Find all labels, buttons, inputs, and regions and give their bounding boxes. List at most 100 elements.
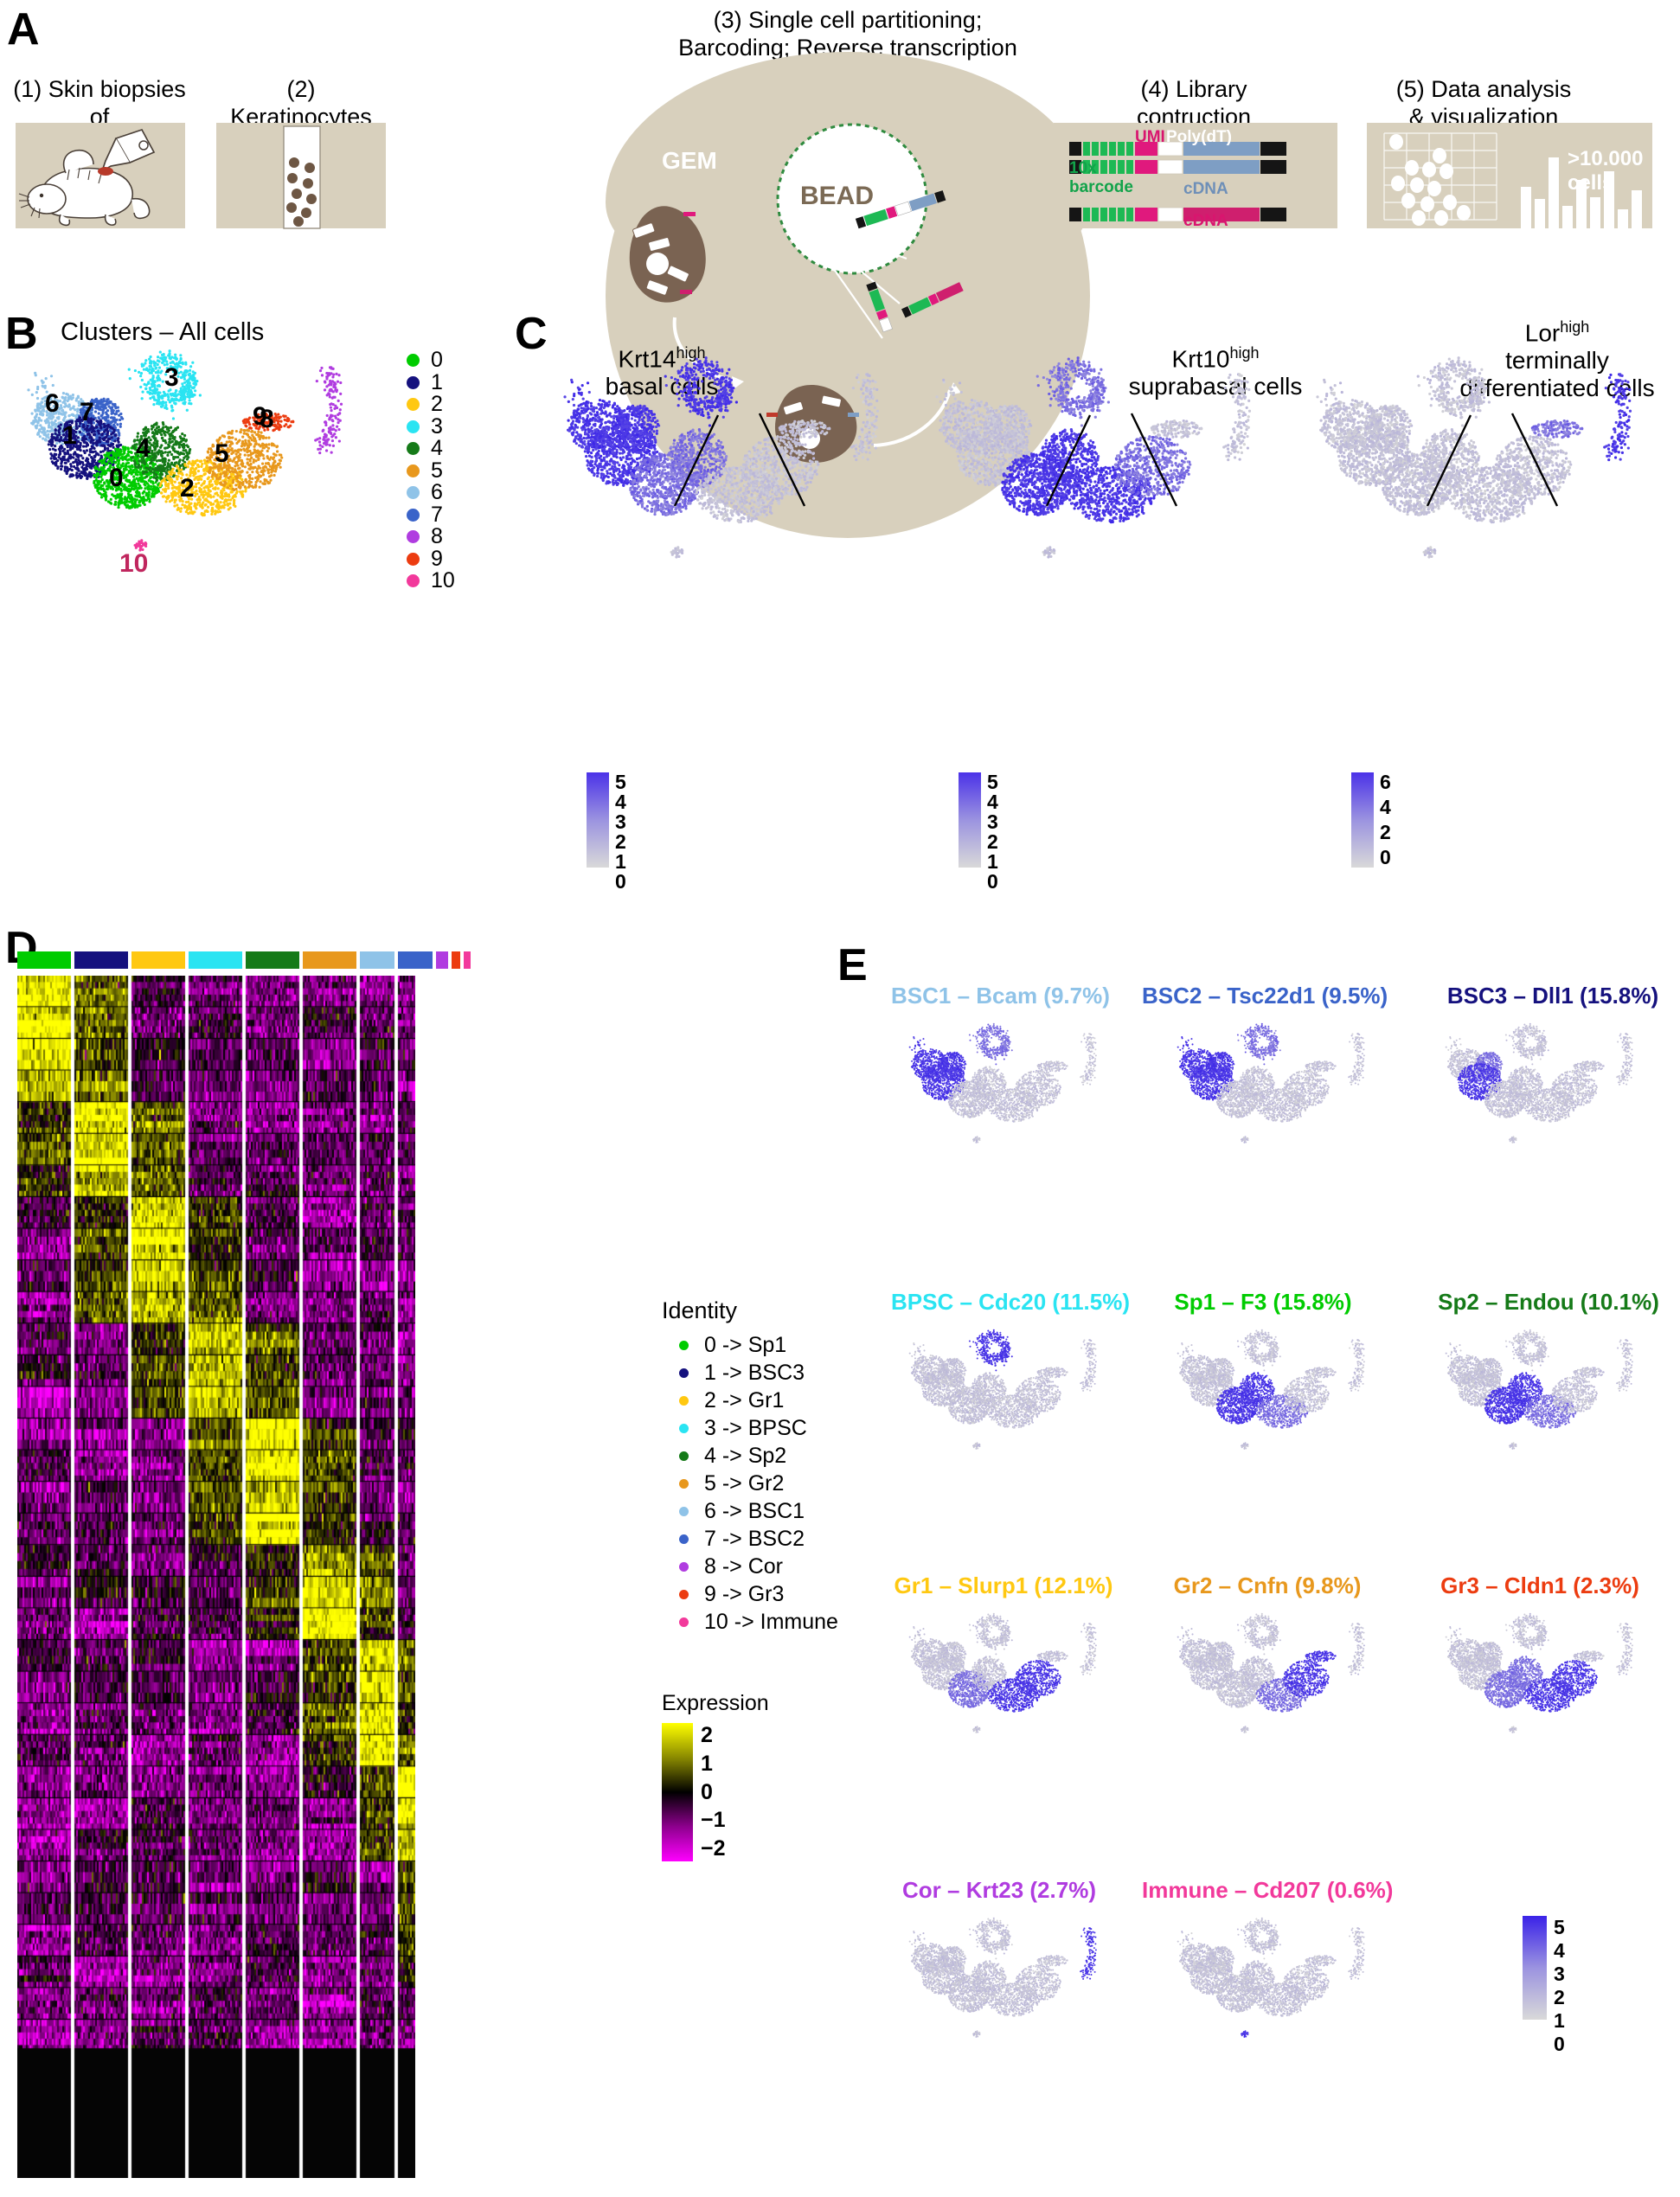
- cluster-strip-1: [74, 951, 128, 969]
- identity-dot-icon: [679, 1507, 689, 1516]
- panel-e-title-bpsc: BPSC – Cdc20 (11.5%): [891, 1289, 1107, 1316]
- umi-label: UMI: [1135, 128, 1165, 147]
- cbar-tick: 5: [615, 772, 626, 792]
- identity-item-10[interactable]: 10 -> Immune: [679, 1608, 838, 1636]
- identity-item-2[interactable]: 2 -> Gr1: [679, 1387, 838, 1414]
- legend-item-0[interactable]: 0: [407, 349, 455, 372]
- identity-label: 10 -> Immune: [704, 1610, 838, 1635]
- panel-e-umap-bsc3: [1434, 1012, 1651, 1150]
- lor-gene: Lor: [1525, 319, 1560, 346]
- lor-colorbar: 6 4 2 0: [1351, 772, 1391, 868]
- legend-dot-icon: [407, 442, 420, 455]
- identity-item-8[interactable]: 8 -> Cor: [679, 1553, 838, 1580]
- legend-item-6[interactable]: 6: [407, 482, 455, 504]
- oligo-construct-3: [904, 281, 1025, 333]
- identity-label: 1 -> BSC3: [704, 1361, 805, 1386]
- panel-a-letter: A: [7, 7, 40, 52]
- identity-dot-icon: [679, 1451, 689, 1461]
- panel-e-umap-bsc1: [898, 1012, 1114, 1150]
- step4-line1: (4) Library: [1107, 76, 1280, 104]
- cbar-tick: 2: [615, 832, 626, 852]
- step3-title-line1: (3) Single cell partitioning;: [597, 7, 1099, 35]
- identity-label: 2 -> Gr1: [704, 1388, 784, 1413]
- expression-legend-title: Expression: [662, 1691, 769, 1716]
- legend-dot-icon: [407, 486, 420, 499]
- panel-c-umap-krt14: [545, 346, 908, 562]
- legend-item-9[interactable]: 9: [407, 548, 455, 571]
- cluster-strip-0: [17, 951, 71, 969]
- identity-dot-icon: [679, 1617, 689, 1627]
- legend-label: 10: [431, 568, 455, 593]
- cluster-label-6: 6: [45, 389, 60, 419]
- step1-illustration: [16, 123, 185, 228]
- cbar-tick: 5: [987, 772, 998, 792]
- cbar-tick: 3: [615, 812, 626, 832]
- identity-item-1[interactable]: 1 -> BSC3: [679, 1359, 838, 1387]
- legend-item-8[interactable]: 8: [407, 526, 455, 548]
- legend-dot-icon: [407, 398, 420, 411]
- panel-e-letter: E: [837, 943, 868, 988]
- legend-item-7[interactable]: 7: [407, 504, 455, 527]
- colorbar-gradient: [1351, 772, 1374, 868]
- identity-item-0[interactable]: 0 -> Sp1: [679, 1331, 838, 1359]
- identity-dot-icon: [679, 1396, 689, 1406]
- cbar-tick: 2: [1380, 823, 1391, 842]
- panel-b-legend: 0 1 2 3 4 5 6 7 8 9 10: [407, 349, 455, 592]
- legend-item-5[interactable]: 5: [407, 460, 455, 483]
- cbar-tick: 4: [615, 792, 626, 812]
- cluster-label-3: 3: [164, 363, 179, 393]
- identity-label: 5 -> Gr2: [704, 1471, 784, 1496]
- expression-colorbar-gradient: [662, 1723, 693, 1861]
- legend-item-3[interactable]: 3: [407, 416, 455, 439]
- cluster-label-8: 8: [260, 405, 274, 434]
- cbar-tick: 3: [1554, 1963, 1565, 1986]
- legend-dot-icon: [407, 509, 420, 522]
- identity-dot-icon: [679, 1590, 689, 1599]
- panel-e-title-bsc3: BSC3 – Dll1 (15.8%): [1436, 983, 1670, 1009]
- legend-item-10[interactable]: 10: [407, 570, 455, 592]
- panel-e-umap-sp2: [1434, 1318, 1651, 1457]
- legend-item-1[interactable]: 1: [407, 372, 455, 394]
- cbar-tick: 3: [987, 812, 998, 832]
- cbar-tick: 5: [1554, 1916, 1565, 1939]
- panel-e-title-immune: Immune – Cd207 (0.6%): [1142, 1877, 1393, 1904]
- panel-e-umap-gr3: [1434, 1602, 1651, 1740]
- cbar-tick: 4: [987, 792, 998, 812]
- identity-label: 4 -> Sp2: [704, 1444, 786, 1469]
- identity-item-4[interactable]: 4 -> Sp2: [679, 1442, 838, 1470]
- expr-tick: −2: [701, 1836, 726, 1861]
- legend-dot-icon: [407, 420, 420, 433]
- cbar-tick: 4: [1554, 1939, 1565, 1963]
- legend-item-4[interactable]: 4: [407, 438, 455, 460]
- panel-d-heatmap: [17, 976, 415, 2178]
- identity-item-9[interactable]: 9 -> Gr3: [679, 1580, 838, 1608]
- cluster-label-5: 5: [215, 439, 229, 469]
- identity-item-5[interactable]: 5 -> Gr2: [679, 1470, 838, 1497]
- heatmap-cluster-strip: [17, 951, 471, 969]
- panel-e-umap-cor: [898, 1906, 1114, 2045]
- step2-illustration: [216, 123, 386, 228]
- panel-e-umap-sp1: [1166, 1318, 1382, 1457]
- identity-item-3[interactable]: 3 -> BPSC: [679, 1414, 838, 1442]
- identity-dot-icon: [679, 1424, 689, 1433]
- colorbar-gradient: [959, 772, 981, 868]
- panel-e-title-bsc2: BSC2 – Tsc22d1 (9.5%): [1142, 983, 1384, 1009]
- panel-e-title-sp2: Sp2 – Endou (10.1%): [1427, 1289, 1670, 1316]
- legend-dot-icon: [407, 530, 420, 543]
- panel-e-title-sp1: Sp1 – F3 (15.8%): [1159, 1289, 1367, 1316]
- gem-label: GEM: [662, 147, 717, 175]
- cells-count-label: >10.000 cells: [1568, 147, 1680, 195]
- identity-item-6[interactable]: 6 -> BSC1: [679, 1497, 838, 1525]
- legend-item-2[interactable]: 2: [407, 394, 455, 416]
- cluster-strip-7: [398, 951, 433, 969]
- colorbar-gradient: [587, 772, 609, 868]
- cluster-strip-10: [464, 951, 471, 969]
- identity-dot-icon: [679, 1479, 689, 1489]
- panel-c-letter: C: [515, 311, 548, 356]
- identity-dot-icon: [679, 1562, 689, 1572]
- cbar-tick: 0: [615, 872, 626, 892]
- panel-e-umap-gr1: [898, 1602, 1114, 1740]
- identity-item-7[interactable]: 7 -> BSC2: [679, 1525, 838, 1553]
- identity-label: 9 -> Gr3: [704, 1582, 784, 1607]
- identity-label: 8 -> Cor: [704, 1554, 783, 1579]
